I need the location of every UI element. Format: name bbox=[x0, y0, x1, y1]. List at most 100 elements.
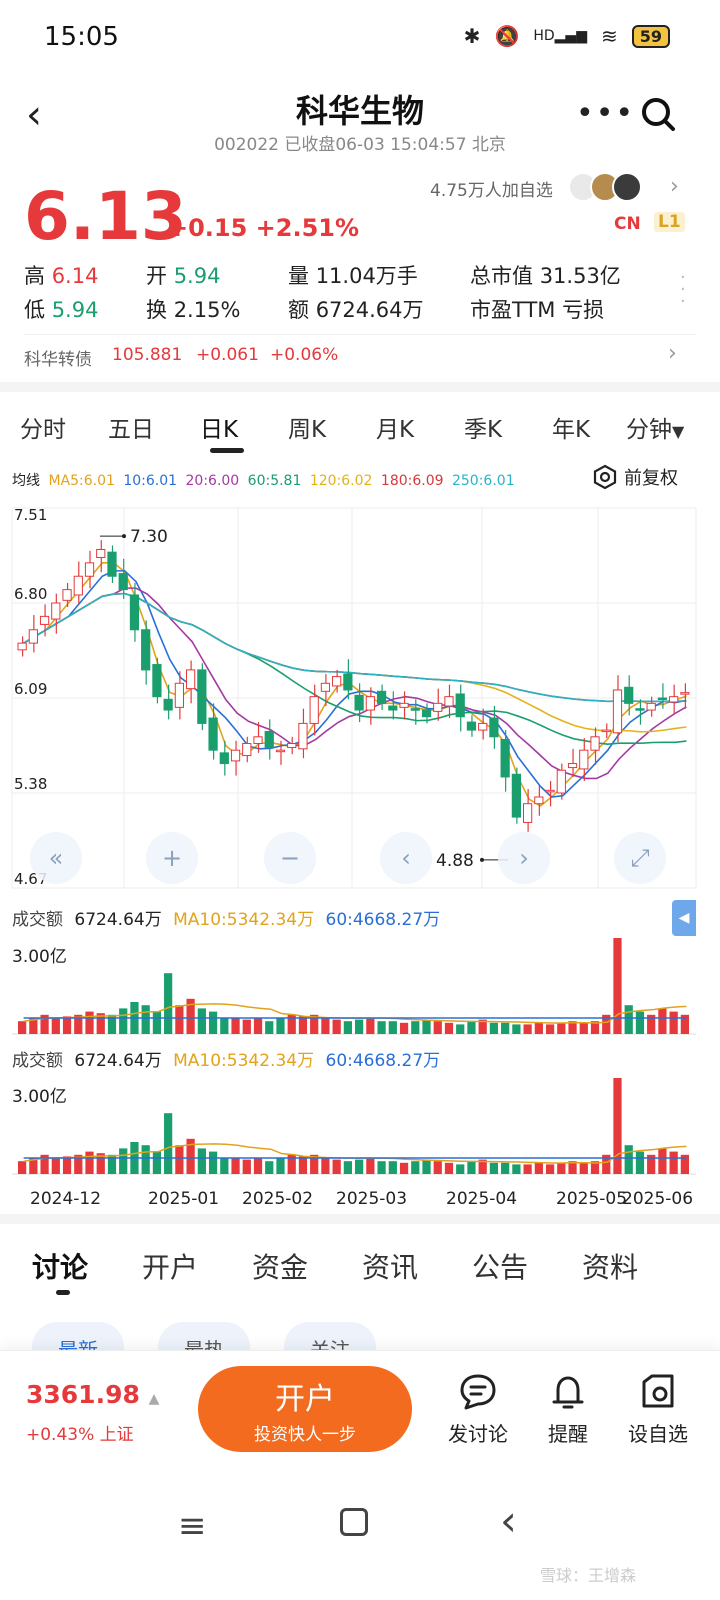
expand-stats-icon[interactable]: · · · bbox=[680, 269, 686, 311]
x-tick-label: 2025-04 bbox=[446, 1189, 517, 1209]
tab-weekly-k[interactable]: 周K bbox=[288, 410, 326, 444]
candle-body bbox=[174, 682, 184, 708]
bluetooth-icon: ✱ bbox=[463, 24, 481, 48]
volume-bar bbox=[377, 1021, 386, 1034]
low-annotation-label: 4.88 bbox=[436, 851, 474, 871]
home-icon[interactable] bbox=[340, 1508, 368, 1536]
alert-button[interactable]: 提醒 bbox=[528, 1372, 608, 1447]
stat-open: 开 5.94 bbox=[146, 264, 221, 288]
x-tick-label: 2024-12 bbox=[30, 1189, 101, 1209]
star-settings-icon bbox=[642, 1374, 674, 1408]
volume-bar bbox=[242, 1019, 251, 1034]
volume-bar bbox=[613, 938, 622, 1034]
bond-pct: +0.06% bbox=[270, 345, 339, 365]
candle-body bbox=[635, 708, 645, 711]
high-annotation-label: 7.30 bbox=[130, 527, 168, 547]
volume-bar bbox=[557, 1162, 566, 1174]
candle-body bbox=[478, 722, 488, 731]
index-change[interactable]: +0.43% 上证 bbox=[26, 1420, 134, 1445]
volume-bar bbox=[545, 1164, 555, 1174]
ma-line bbox=[23, 592, 687, 733]
collapse-panel-icon[interactable]: ◀ bbox=[672, 900, 696, 936]
more-dots-icon[interactable]: ••• bbox=[576, 96, 635, 131]
y-tick-label: 7.51 bbox=[14, 506, 47, 524]
volume-bar bbox=[253, 1018, 263, 1034]
volume-bar bbox=[523, 1164, 532, 1174]
volume-bar bbox=[635, 1151, 645, 1174]
tab-profile[interactable]: 资料 bbox=[582, 1246, 638, 1286]
chart-controls: « + − ‹ › ⤢ bbox=[30, 832, 666, 884]
tab-daily-k[interactable]: 日K bbox=[200, 410, 238, 444]
volume-panel-1 bbox=[12, 938, 696, 1035]
volume-bar bbox=[85, 1151, 94, 1174]
volume-bar bbox=[366, 1158, 375, 1174]
tab-news[interactable]: 资讯 bbox=[362, 1246, 418, 1286]
y-tick-label: 5.38 bbox=[14, 775, 47, 793]
zoom-out-icon: − bbox=[280, 844, 300, 872]
candle-body bbox=[298, 722, 308, 750]
stat-turnover: 换 2.15% bbox=[146, 298, 241, 322]
level-badge: L1 bbox=[654, 212, 685, 232]
tab-minute[interactable]: 分钟▼ bbox=[626, 410, 684, 444]
divider bbox=[0, 382, 720, 392]
add-watchlist-button[interactable]: 设自选 bbox=[618, 1372, 698, 1447]
index-value[interactable]: 3361.98 ▲ bbox=[26, 1380, 159, 1409]
volume-bar bbox=[141, 1005, 150, 1034]
chevron-right-icon[interactable]: › bbox=[670, 174, 679, 199]
add-watchlist-label: 设自选 bbox=[628, 1422, 688, 1446]
volume-bar bbox=[613, 1078, 622, 1174]
adjust-mode-button[interactable]: 前复权 bbox=[592, 464, 678, 490]
volume-bar bbox=[231, 1158, 240, 1174]
volume-bar bbox=[433, 1021, 442, 1034]
candle-body bbox=[73, 575, 83, 596]
open-account-button[interactable]: 开户 投资快人一步 bbox=[198, 1366, 412, 1452]
ma10-label: 10:6.01 bbox=[123, 473, 178, 489]
volume-bar bbox=[51, 1158, 60, 1174]
back-nav-icon[interactable]: ‹ bbox=[500, 1496, 517, 1545]
y-tick-label: 6.09 bbox=[14, 680, 47, 698]
candle-body bbox=[624, 686, 634, 704]
tab-discussion[interactable]: 讨论 bbox=[32, 1246, 88, 1286]
tab-yearly-k[interactable]: 年K bbox=[552, 410, 590, 444]
volume-bar bbox=[355, 1019, 364, 1034]
open-account-subtitle: 投资快人一步 bbox=[254, 1425, 356, 1445]
tab-timeshare[interactable]: 分时 bbox=[20, 410, 66, 444]
ma20-label: 20:6.00 bbox=[185, 473, 240, 489]
tab-quarterly-k[interactable]: 季K bbox=[464, 410, 502, 444]
volume-bar bbox=[624, 1005, 633, 1034]
discussion-tabs: 讨论 开户 资金 资讯 公告 资料 bbox=[0, 1238, 720, 1298]
convertible-bond-row[interactable]: 科华转债 105.881 +0.061 +0.06% › bbox=[24, 334, 696, 380]
volume-bar bbox=[175, 1145, 184, 1174]
volume-bar bbox=[276, 1018, 285, 1034]
candle-body bbox=[28, 629, 38, 644]
volume-bar bbox=[355, 1159, 364, 1174]
candle-body bbox=[657, 697, 668, 700]
volume-bar bbox=[534, 1022, 543, 1034]
volume-bar bbox=[18, 1021, 27, 1034]
search-icon[interactable] bbox=[640, 96, 676, 132]
watermark: 雪球：王增森 bbox=[540, 1566, 637, 1585]
divider bbox=[0, 1214, 720, 1224]
alert-label: 提醒 bbox=[548, 1422, 588, 1446]
tab-open-account[interactable]: 开户 bbox=[142, 1246, 198, 1286]
volume-bar bbox=[467, 1161, 476, 1174]
prev-icon: ‹ bbox=[401, 844, 411, 872]
kline-chart[interactable]: 7.516.806.095.384.67 7.304.88 «+ − ‹ › ⤢ 202… bbox=[0, 496, 720, 1216]
volume-bar bbox=[444, 1022, 454, 1034]
volume-bar bbox=[321, 1018, 330, 1034]
tab-funds[interactable]: 资金 bbox=[252, 1246, 308, 1286]
caret-down-icon: ▼ bbox=[672, 422, 685, 441]
tab-announcements[interactable]: 公告 bbox=[472, 1246, 528, 1286]
post-discussion-button[interactable]: 发讨论 bbox=[438, 1372, 518, 1447]
volume-bar bbox=[557, 1022, 566, 1034]
volume-ma60: 60:4668.27万 bbox=[325, 1051, 441, 1071]
follower-avatars[interactable] bbox=[568, 172, 642, 202]
tab-five-day[interactable]: 五日 bbox=[108, 410, 154, 444]
menu-icon[interactable]: ≡ bbox=[178, 1506, 207, 1546]
tab-monthly-k[interactable]: 月K bbox=[376, 410, 414, 444]
candle-body bbox=[197, 669, 207, 724]
ma180-label: 180:6.09 bbox=[380, 473, 444, 489]
followers-count[interactable]: 4.75万人加自选 bbox=[430, 176, 553, 201]
candle-body bbox=[309, 696, 319, 724]
volume-bar bbox=[624, 1145, 633, 1174]
